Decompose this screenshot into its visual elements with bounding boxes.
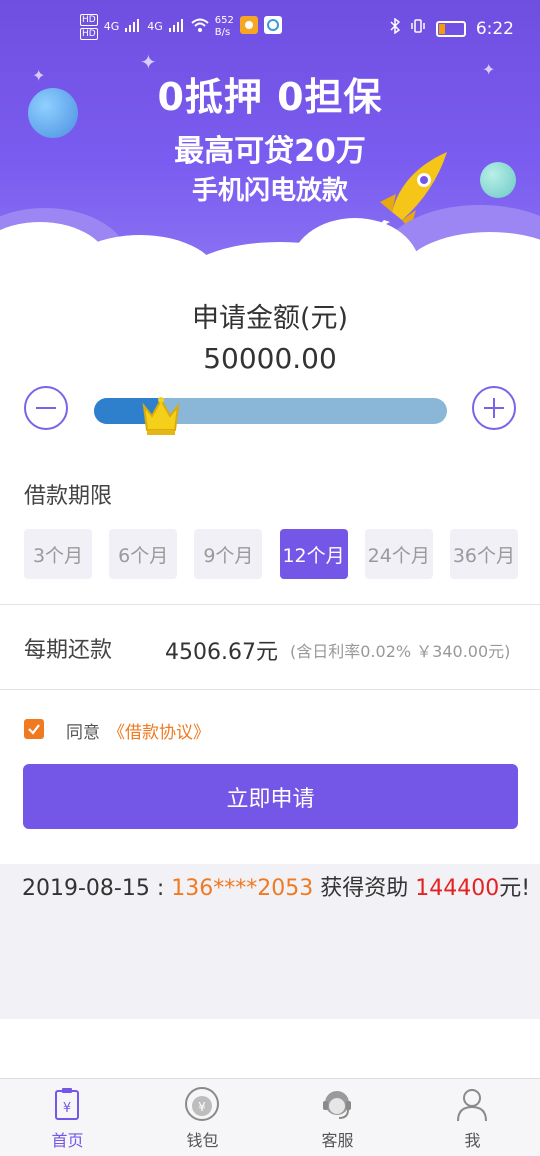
svg-text:¥: ¥: [198, 1100, 206, 1114]
minus-icon: [36, 407, 56, 409]
promo-banner: HD HD 4G 4G 652 B/s 6:22 ✦ ✦ ✦ 0抵押 0担保 最…: [0, 0, 540, 270]
tab-label: 钱包: [186, 1131, 219, 1150]
loan-agreement-link[interactable]: 《借款协议》: [108, 718, 210, 743]
status-bar: HD HD 4G 4G 652 B/s 6:22: [0, 0, 540, 60]
ticker-suffix: 元!: [499, 876, 531, 901]
tab-home[interactable]: ¥ 首页: [0, 1079, 135, 1156]
network-type: 4G: [103, 20, 120, 33]
ticker-line: 2019-08-15 : 136****2053 获得资助 144400元!: [22, 870, 530, 902]
term-options: 3个月 6个月 9个月 12个月 24个月 36个月: [24, 529, 518, 579]
loan-ticker: 2019-08-15 : 136****2053 获得资助 144400元!: [0, 864, 540, 1019]
ticker-date: 2019-08-15 :: [22, 876, 172, 901]
term-label: 借款期限: [24, 484, 113, 509]
profile-icon: [457, 1089, 487, 1122]
home-icon: ¥: [55, 1088, 79, 1120]
ticker-amount: 144400: [415, 876, 500, 901]
slider-handle-crown-icon[interactable]: [138, 392, 184, 438]
increase-button[interactable]: [472, 386, 516, 430]
checkmark-icon: [28, 724, 40, 735]
signal-icon: [168, 18, 185, 36]
app-notification-icon: [263, 16, 282, 38]
network-type: 4G: [147, 20, 163, 33]
signal-icon: [125, 18, 141, 36]
apply-button[interactable]: 立即申请: [23, 764, 518, 829]
battery-icon: [435, 20, 466, 37]
bluetooth-icon: [390, 17, 400, 39]
vibrate-icon: [410, 18, 426, 39]
clock: 6:22: [475, 18, 514, 39]
service-icon: [323, 1091, 351, 1119]
repayment-label: 每期还款: [24, 638, 113, 663]
bottom-tab-bar: ¥ 首页 ¥ 钱包 客服 我: [0, 1078, 540, 1156]
divider: [0, 689, 540, 690]
agree-label: 同意: [66, 723, 100, 743]
term-option-12[interactable]: 12个月: [279, 529, 348, 579]
hd-badge: HD: [80, 28, 98, 40]
hd-badge: HD: [80, 14, 98, 26]
banner-headline: 0抵押 0担保: [157, 75, 383, 119]
term-option-24[interactable]: 24个月: [364, 529, 433, 579]
status-left: HD HD 4G 4G 652 B/s: [80, 14, 282, 40]
wallet-icon: ¥: [185, 1087, 219, 1121]
amount-value: 50000.00: [203, 342, 337, 375]
divider: [0, 604, 540, 605]
tab-label: 首页: [51, 1131, 84, 1150]
tab-label: 我: [464, 1131, 481, 1150]
plus-icon-vertical: [493, 398, 495, 418]
term-option-6[interactable]: 6个月: [109, 529, 178, 579]
app-notification-icon: [239, 16, 258, 38]
svg-text:¥: ¥: [63, 1101, 71, 1116]
term-option-3[interactable]: 3个月: [24, 529, 92, 579]
tab-label: 客服: [321, 1131, 354, 1150]
wifi-icon: [191, 18, 209, 36]
repayment-note: (含日利率0.02% ￥340.00元): [290, 642, 511, 661]
tab-profile[interactable]: 我: [405, 1079, 540, 1156]
term-option-36[interactable]: 36个月: [449, 529, 518, 579]
tab-wallet[interactable]: ¥ 钱包: [135, 1079, 270, 1156]
amount-title: 申请金额(元): [191, 303, 349, 334]
term-option-9[interactable]: 9个月: [194, 529, 263, 579]
status-right: 6:22: [390, 17, 514, 39]
ticker-text: 获得资助: [313, 876, 416, 901]
repayment-value: 4506.67元: [165, 640, 278, 665]
ticker-phone: 136****2053: [171, 876, 314, 901]
network-speed: 652: [214, 15, 234, 26]
tab-service[interactable]: 客服: [270, 1079, 405, 1156]
network-speed-unit: B/s: [214, 27, 231, 38]
decrease-button[interactable]: [24, 386, 68, 430]
agree-checkbox[interactable]: [24, 719, 44, 739]
